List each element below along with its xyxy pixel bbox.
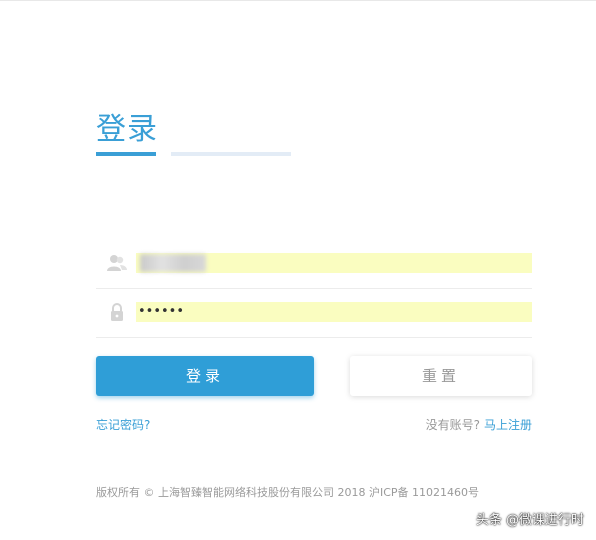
username-value-blurred	[140, 254, 206, 272]
title-track-indicator	[171, 152, 291, 156]
top-divider	[0, 0, 596, 1]
register-area: 没有账号? 马上注册	[426, 416, 532, 433]
page-title: 登录	[96, 112, 158, 147]
register-link[interactable]: 马上注册	[484, 418, 532, 432]
no-account-text: 没有账号?	[425, 418, 480, 432]
forgot-password-link[interactable]: 忘记密码?	[96, 416, 150, 433]
reset-button[interactable]: 重置	[350, 356, 532, 396]
login-button[interactable]: 登录	[96, 356, 314, 396]
username-row	[96, 238, 532, 289]
password-mask: ••••••	[138, 304, 185, 319]
watermark: 头条 @微课进行时	[475, 513, 584, 528]
lock-icon	[106, 301, 128, 323]
user-icon	[106, 252, 128, 274]
password-row: ••••••	[96, 287, 532, 338]
title-active-indicator	[96, 152, 156, 156]
copyright-text: 版权所有 © 上海智臻智能网络科技股份有限公司 2018 沪ICP备 11021…	[96, 486, 480, 499]
password-input[interactable]	[136, 302, 532, 322]
